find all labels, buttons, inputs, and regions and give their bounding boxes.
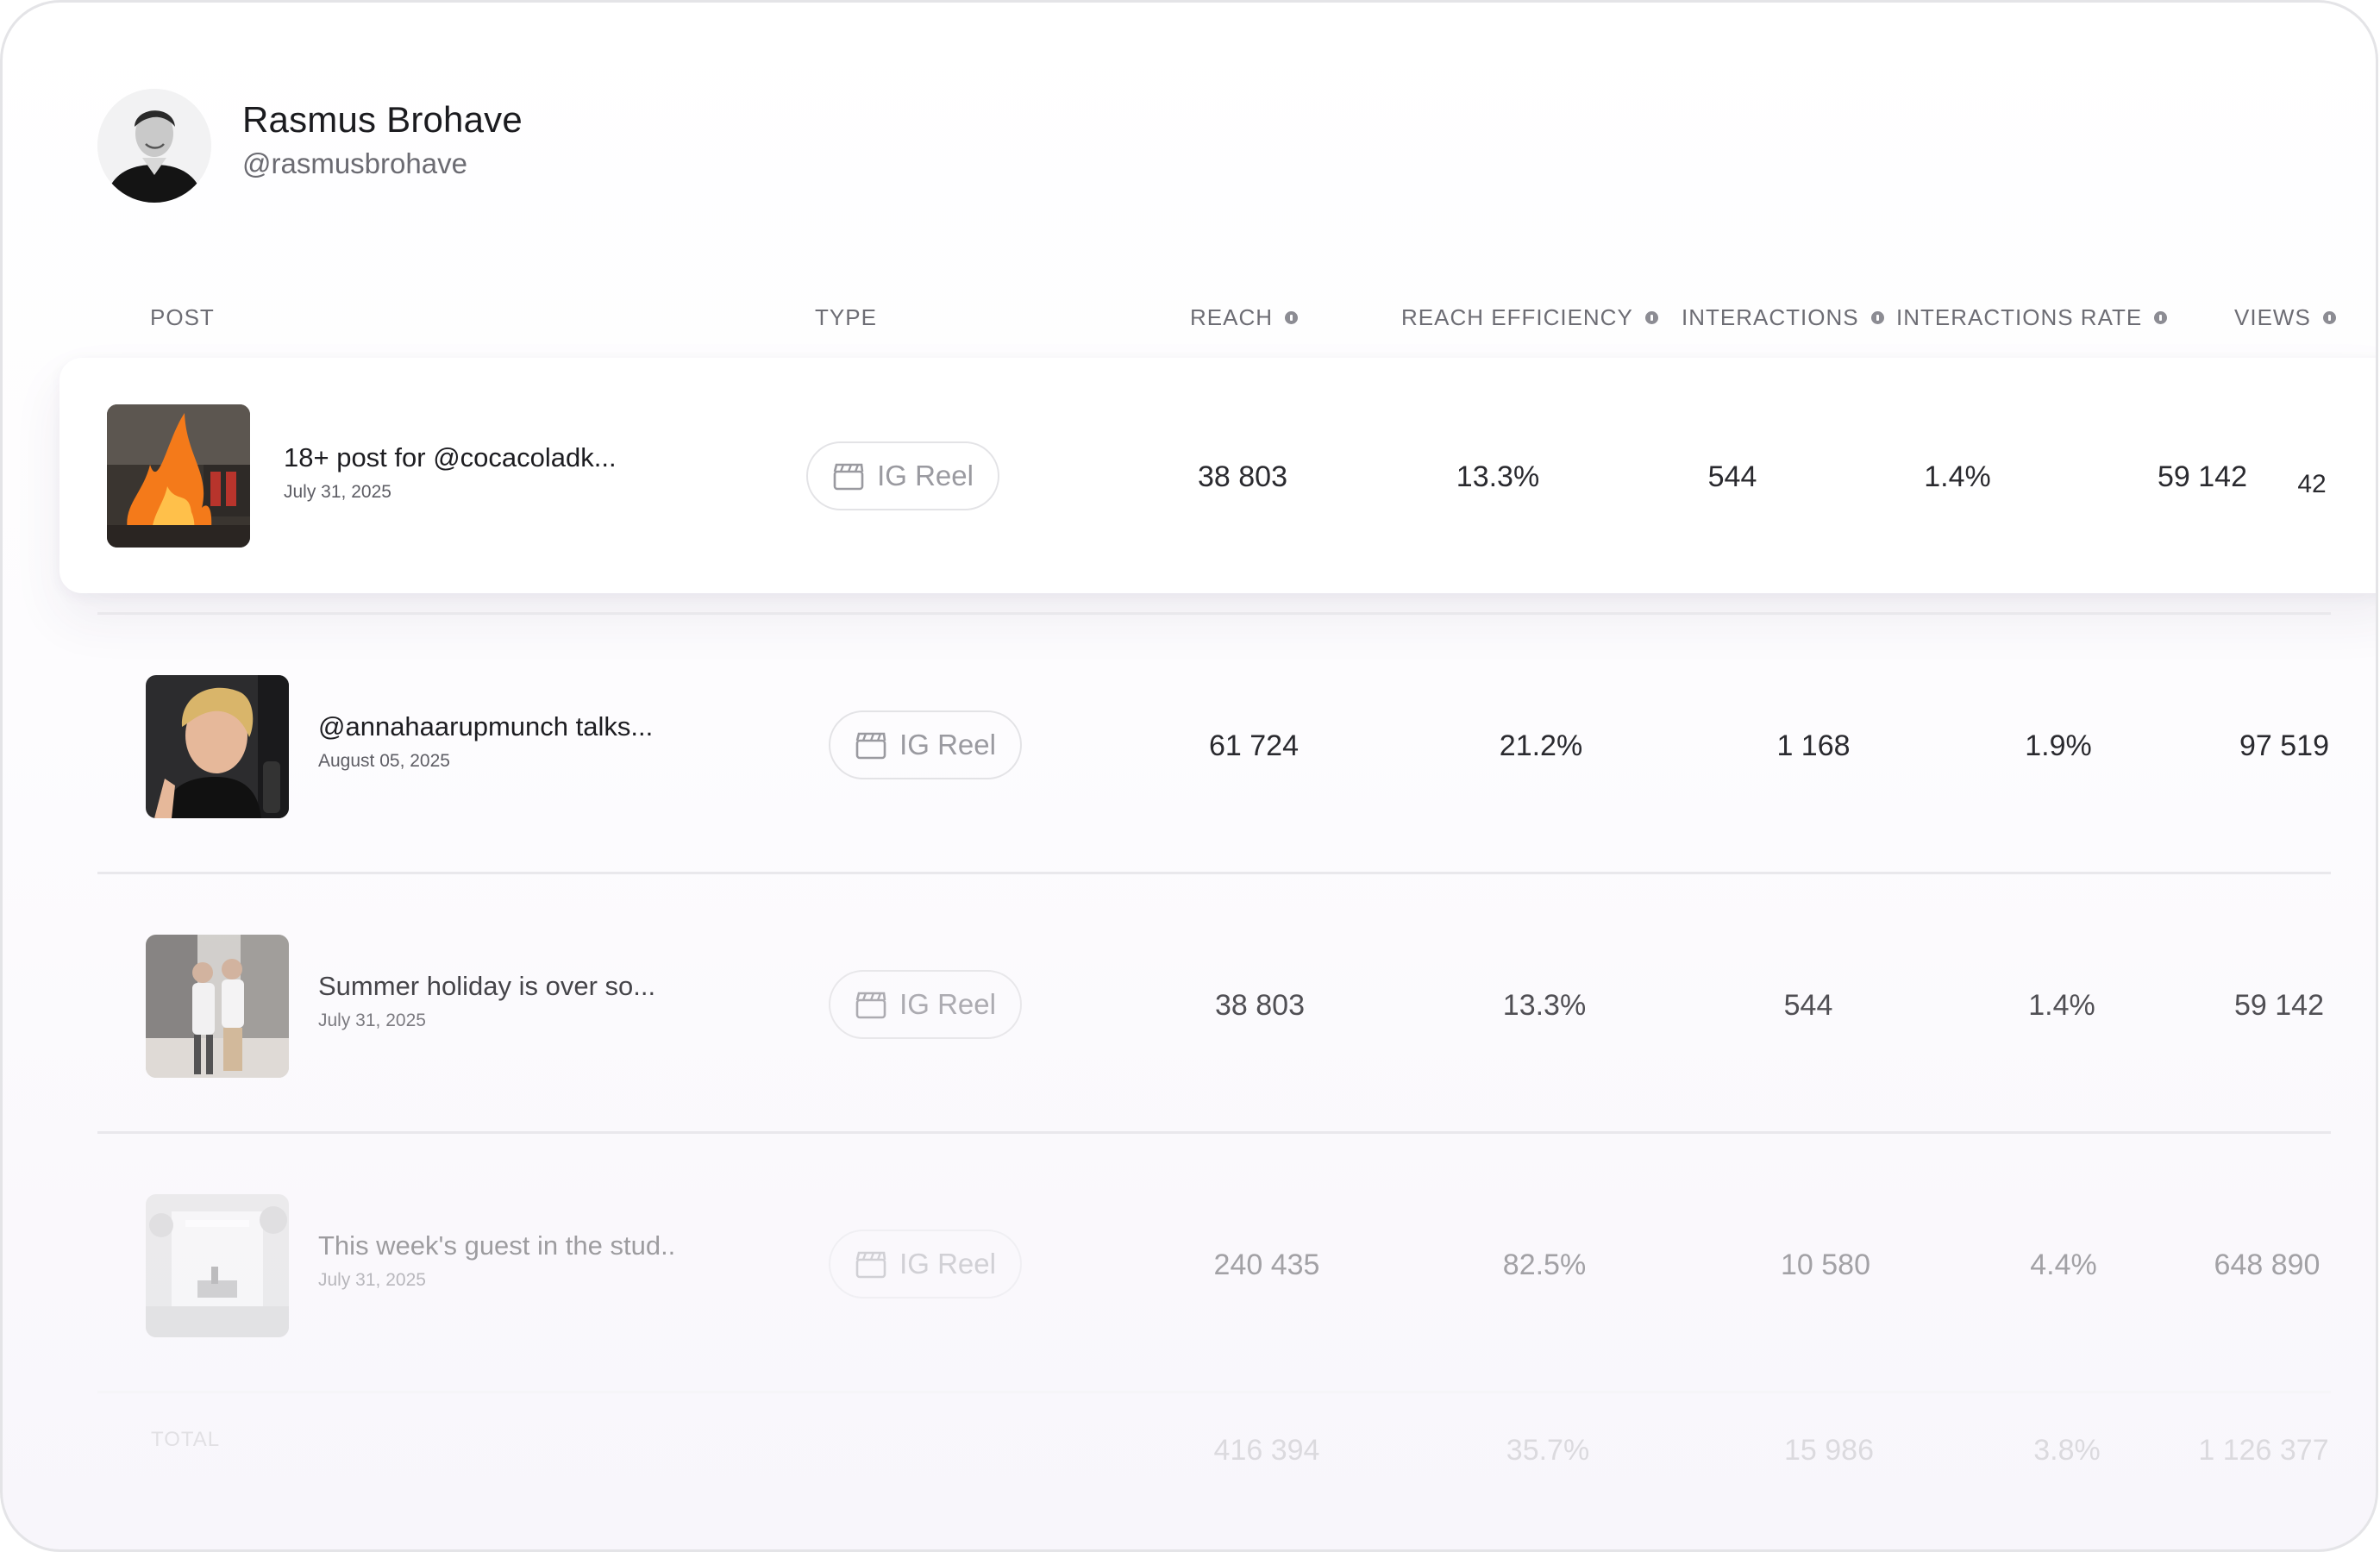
column-header-views[interactable]: VIEWS <box>2234 304 2336 331</box>
info-icon[interactable] <box>1285 311 1299 324</box>
views-value: 59 142 <box>2234 989 2324 1022</box>
column-header-interactions-rate[interactable]: INTERACTIONS RATE <box>1896 304 2168 331</box>
column-header-interactions[interactable]: INTERACTIONS <box>1682 304 1884 331</box>
type-badge: IG Reel <box>806 441 999 510</box>
interactions-rate-value: 1.4% <box>1924 460 1991 493</box>
reach-value: 240 435 <box>1213 1248 1320 1281</box>
type-badge-label: IG Reel <box>899 988 996 1020</box>
two-men-street-image <box>146 935 289 1078</box>
post-thumbnail[interactable] <box>146 1194 289 1337</box>
column-header-reach-label: REACH <box>1190 304 1274 330</box>
info-icon[interactable] <box>1870 311 1884 324</box>
clapperboard-icon <box>855 732 886 760</box>
row-divider <box>97 872 2331 874</box>
interactions-value: 10 580 <box>1781 1248 1870 1281</box>
clapperboard-icon <box>833 463 864 491</box>
studio-image <box>146 1194 289 1337</box>
total-reach-efficiency-value: 35.7% <box>1506 1434 1590 1467</box>
post-date: July 31, 2025 <box>284 482 391 502</box>
column-header-post-label: POST <box>150 304 215 330</box>
interactions-rate-value: 1.4% <box>2028 989 2095 1022</box>
column-header-interactions-rate-label: INTERACTIONS RATE <box>1896 304 2143 330</box>
post-date: August 05, 2025 <box>318 751 450 771</box>
profile-name: Rasmus Brohave <box>242 99 523 140</box>
overflow-value: 42 <box>2297 470 2327 498</box>
post-thumbnail[interactable] <box>146 935 289 1078</box>
info-icon[interactable] <box>2322 311 2336 324</box>
total-interactions-value: 15 986 <box>1784 1434 1874 1467</box>
post-date: July 31, 2025 <box>318 1270 426 1290</box>
column-header-type[interactable]: TYPE <box>815 304 877 331</box>
interactions-value: 544 <box>1783 989 1833 1022</box>
post-title[interactable]: 18+ post for @cocacoladk... <box>284 442 617 473</box>
woman-portrait-image <box>146 675 289 818</box>
reach-efficiency-value: 21.2% <box>1499 729 1583 762</box>
fire-drinks-image <box>107 404 250 548</box>
info-icon[interactable] <box>1644 311 1658 324</box>
column-header-reach-efficiency-label: REACH EFFICIENCY <box>1401 304 1633 330</box>
type-badge: IG Reel <box>829 970 1022 1039</box>
clapperboard-icon <box>855 992 886 1019</box>
total-views-value: 1 126 377 <box>2198 1434 2329 1467</box>
reach-value: 38 803 <box>1215 989 1305 1022</box>
reach-efficiency-value: 82.5% <box>1502 1248 1587 1281</box>
post-title[interactable]: Summer holiday is over so... <box>318 971 655 1002</box>
info-icon[interactable] <box>2154 311 2168 324</box>
reach-efficiency-value: 13.3% <box>1502 989 1587 1022</box>
type-badge: IG Reel <box>829 1230 1022 1299</box>
row-divider <box>97 612 2331 615</box>
column-header-type-label: TYPE <box>815 304 877 330</box>
type-badge-label: IG Reel <box>899 1248 996 1280</box>
interactions-value: 1 168 <box>1776 729 1851 762</box>
post-thumbnail[interactable] <box>146 675 289 818</box>
post-title[interactable]: This week's guest in the stud.. <box>318 1230 675 1261</box>
views-value: 648 890 <box>2214 1248 2320 1281</box>
interactions-value: 544 <box>1707 460 1757 493</box>
type-badge-label: IG Reel <box>899 729 996 760</box>
total-label: TOTAL <box>151 1428 221 1451</box>
views-value: 97 519 <box>2239 729 2329 762</box>
type-badge: IG Reel <box>829 710 1022 779</box>
post-title[interactable]: @annahaarupmunch talks... <box>318 711 653 742</box>
reach-value: 61 724 <box>1209 729 1299 762</box>
row-divider <box>97 1131 2331 1134</box>
total-interactions-rate-value: 3.8% <box>2033 1434 2101 1467</box>
post-date: July 31, 2025 <box>318 1011 426 1030</box>
reach-efficiency-value: 13.3% <box>1456 460 1540 493</box>
column-header-interactions-label: INTERACTIONS <box>1682 304 1859 330</box>
person-avatar-image <box>97 89 211 203</box>
views-value: 59 142 <box>2158 460 2247 493</box>
clapperboard-icon <box>855 1251 886 1279</box>
row-divider <box>97 1391 2331 1393</box>
column-header-reach-efficiency[interactable]: REACH EFFICIENCY <box>1401 304 1658 331</box>
profile-avatar <box>97 89 211 203</box>
interactions-rate-value: 4.4% <box>2030 1248 2097 1281</box>
profile-handle: @rasmusbrohave <box>242 147 467 179</box>
total-reach-value: 416 394 <box>1213 1434 1320 1467</box>
column-header-post[interactable]: POST <box>150 304 215 331</box>
column-header-views-label: VIEWS <box>2234 304 2311 330</box>
column-header-reach[interactable]: REACH <box>1190 304 1299 331</box>
reach-value: 38 803 <box>1198 460 1287 493</box>
post-performance-panel: Rasmus Brohave @rasmusbrohave POST TYPE … <box>0 0 2378 1552</box>
post-thumbnail[interactable] <box>107 404 250 548</box>
type-badge-label: IG Reel <box>877 460 974 491</box>
interactions-rate-value: 1.9% <box>2025 729 2092 762</box>
